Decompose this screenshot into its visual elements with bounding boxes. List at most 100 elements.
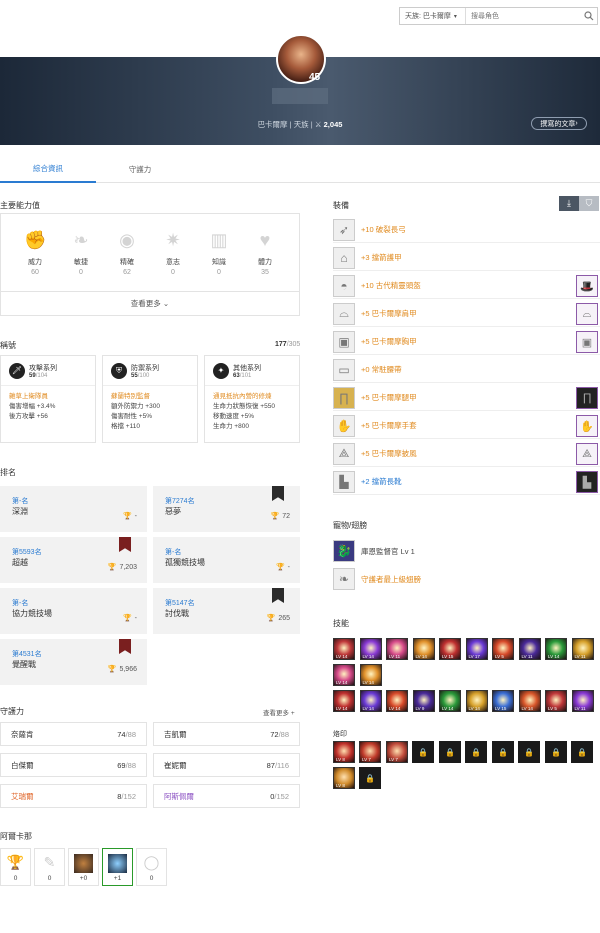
stat-will: ✷ 意志 0 xyxy=(151,229,195,276)
stats-more-button[interactable]: 查看更多 ⌄ xyxy=(1,291,299,315)
guardian-cell[interactable]: 艾瑞爾 8/152 xyxy=(0,784,147,808)
equip-row[interactable]: ⟁ +5 巴卡爾摩披風 ⟁ xyxy=(333,441,600,467)
arcana-slot[interactable]: +0 xyxy=(68,848,99,886)
title-card-count: 55 xyxy=(131,372,138,379)
skill-icon[interactable]: LV 14 xyxy=(412,638,435,660)
guardian-more-button[interactable]: 查看更多 + xyxy=(263,707,295,717)
skill-icon[interactable]: LV 14 xyxy=(333,638,355,660)
arcana-slot[interactable]: ◯ 0 xyxy=(136,848,167,886)
trophy-icon: 🏆 xyxy=(270,513,280,520)
skill-icon[interactable]: LV 14 xyxy=(359,690,382,712)
rank-card-awakening[interactable]: 第4531名 覺醒戰 🏆 5,966 xyxy=(0,639,147,685)
appearance-shoulder-icon[interactable]: ⌓ xyxy=(576,303,598,325)
title-card-attack[interactable]: 🗡 攻擊系列 59/104 雜草上衛隊員 傷害增幅 +3.4% 後方攻擊 +56 xyxy=(0,355,96,443)
guardian-cell[interactable]: 阿斯佩爾 0/152 xyxy=(153,784,300,808)
skill-icon[interactable]: LV 15 xyxy=(439,638,461,660)
stat-name: 體力 xyxy=(258,259,272,266)
equip-row[interactable]: ⌂ +3 擋箭護甲 xyxy=(333,245,600,271)
rank-card-solo-arena[interactable]: 第-名 孤獨競技場 🏆 - xyxy=(153,537,300,583)
skill-icon[interactable]: LV 15 xyxy=(492,690,514,712)
egg-icon: ◯ xyxy=(143,854,160,870)
skill-icon[interactable]: LV 11 xyxy=(386,638,408,660)
rank-flag-icon xyxy=(272,486,284,501)
search-bar: 天族: 巴卡爾摩 ▾ xyxy=(399,7,598,25)
equip-row[interactable]: ◓ +10 古代精靈頭盔 🎩 xyxy=(333,273,600,299)
equip-row[interactable]: ∏ +5 巴卡爾摩腿甲 ∏ xyxy=(333,385,600,411)
appearance-chest-icon[interactable]: ▣ xyxy=(576,331,598,353)
skill-icon[interactable]: LV 14 xyxy=(333,664,355,686)
equip-row[interactable]: ✋ +5 巴卡爾摩手套 ✋ xyxy=(333,413,600,439)
arcana-slot[interactable]: +1 xyxy=(102,848,133,886)
skill-icon[interactable]: LV 9 xyxy=(412,690,435,712)
appearance-legs-icon[interactable]: ∏ xyxy=(576,387,598,409)
skill-icon[interactable]: LV 5 xyxy=(545,690,567,712)
shield-icon[interactable]: ⛉ xyxy=(579,196,599,211)
title-card-defense[interactable]: ⛨ 防禦系列 55/100 蘇蘭特別監督 額外防禦力 +300 傷害耐性 +5% 格擋 +… xyxy=(102,355,198,443)
skill-icon[interactable]: LV 14 xyxy=(465,690,488,712)
skill-icon[interactable]: LV 11 xyxy=(571,638,594,660)
wing-name: 守護者最上級翅膀 xyxy=(361,574,421,584)
skill-level: LV 14 xyxy=(362,706,374,711)
title-card-other[interactable]: ✦ 其他系列 63/101 通見抵抗內營的修煉 生命力狀態恢復 +550 移動速度 +5… xyxy=(204,355,300,443)
guardian-cell[interactable]: 白傑爾 69/88 xyxy=(0,753,147,777)
rank-card-coop-arena[interactable]: 第-名 協力競技場 🏆 - xyxy=(0,588,147,634)
appearance-hat-icon[interactable]: 🎩 xyxy=(576,275,598,297)
skill-icon[interactable]: LV 14 xyxy=(545,638,567,660)
skill-icon[interactable]: LV 11 xyxy=(518,638,541,660)
equip-row[interactable]: ▣ +5 巴卡爾摩胸甲 ▣ xyxy=(333,329,600,355)
appearance-gloves-icon[interactable]: ✋ xyxy=(576,415,598,437)
guardian-cell[interactable]: 奈薩肯 74/88 xyxy=(0,722,147,746)
pet-row[interactable]: 🐉 庫恩監督官 Lv 1 xyxy=(333,538,600,564)
appearance-cape-icon[interactable]: ⟁ xyxy=(576,443,598,465)
equip-name: +5 巴卡爾摩披風 xyxy=(361,449,417,458)
skill-icon[interactable]: LV 14 xyxy=(359,664,382,686)
skill-icon[interactable]: LV 5 xyxy=(492,638,514,660)
appearance-boots-icon[interactable]: ▙ xyxy=(576,471,598,493)
skill-icon[interactable]: LV 14 xyxy=(518,690,541,712)
equip-row[interactable]: ➶ +10 破裂長弓 xyxy=(333,217,600,243)
rank-card-subjugation[interactable]: 第5147名 討伐戰 🏆 265 xyxy=(153,588,300,634)
download-icon[interactable]: ⤓ xyxy=(559,196,579,211)
arcana-slot[interactable]: 🏆 0 xyxy=(0,848,31,886)
guardian-cell[interactable]: 崔妮爾 87/116 xyxy=(153,753,300,777)
engraving-icon[interactable]: LV 7 xyxy=(359,741,381,763)
rank-card-nightmare[interactable]: 第7274名 惡夢 🏆 72 xyxy=(153,486,300,532)
equip-row[interactable]: ▭ +0 常駐腰帶 xyxy=(333,357,600,383)
skill-icon[interactable]: LV 11 xyxy=(571,690,594,712)
guardian-cell[interactable]: 吉凱爾 72/88 xyxy=(153,722,300,746)
rank-label: 第5593名 xyxy=(12,549,42,556)
skill-level: LV 14 xyxy=(521,706,533,711)
arcana-slot[interactable]: ✎ 0 xyxy=(34,848,65,886)
stat-value: 35 xyxy=(261,269,269,276)
written-articles-button[interactable]: 撰寫的文章 › xyxy=(531,117,587,130)
search-input[interactable] xyxy=(466,8,581,24)
rank-label: 第-名 xyxy=(12,600,29,607)
skill-icon[interactable]: LV 14 xyxy=(439,690,461,712)
engraving-icon[interactable]: LV 8 xyxy=(333,767,355,789)
equip-row[interactable]: ⌓ +5 巴卡爾摩肩甲 ⌓ xyxy=(333,301,600,327)
equip-row[interactable]: ▙ +2 擋箭長靴 ▙ xyxy=(333,469,600,495)
search-icon[interactable] xyxy=(581,8,597,24)
tab-overview[interactable]: 綜合資訊 xyxy=(0,155,96,183)
engraving-icon[interactable]: LV 8 xyxy=(333,741,355,763)
equip-name: +5 巴卡爾摩手套 xyxy=(361,421,417,430)
rank-card-transcend[interactable]: 第5593名 超越 🏆 7,203 xyxy=(0,537,147,583)
skill-icon[interactable]: LV 17 xyxy=(465,638,488,660)
lock-icon: 🔒 xyxy=(465,741,487,763)
stats-box: ✊ 威力 60 ❧ 敏捷 0 ◉ 精確 62 ✷ 意志 0 ▥ 知識 0 ♥ 體力 35 查看更多 ⌄ xyxy=(0,213,300,316)
rank-card-abyss[interactable]: 第-名 深淵 🏆 - xyxy=(0,486,147,532)
wing-row[interactable]: ❧ 守護者最上級翅膀 xyxy=(333,566,600,592)
stat-value: 0 xyxy=(217,269,221,276)
lock-icon: 🔒 xyxy=(518,741,540,763)
skill-icon[interactable]: LV 14 xyxy=(333,690,355,712)
skill-icon[interactable]: LV 14 xyxy=(386,690,408,712)
tab-guardian[interactable]: 守護力 xyxy=(92,155,188,183)
lock-icon: 🔒 xyxy=(571,741,593,763)
skill-level: LV 14 xyxy=(362,680,374,685)
guardian-max: /152 xyxy=(274,791,289,801)
stat-power: ✊ 威力 60 xyxy=(13,229,57,276)
server-select[interactable]: 天族: 巴卡爾摩 ▾ xyxy=(400,8,466,24)
skill-icon[interactable]: LV 14 xyxy=(359,638,382,660)
rank-name: 覺醒戰 xyxy=(12,660,36,669)
engraving-icon[interactable]: LV 7 xyxy=(386,741,408,763)
